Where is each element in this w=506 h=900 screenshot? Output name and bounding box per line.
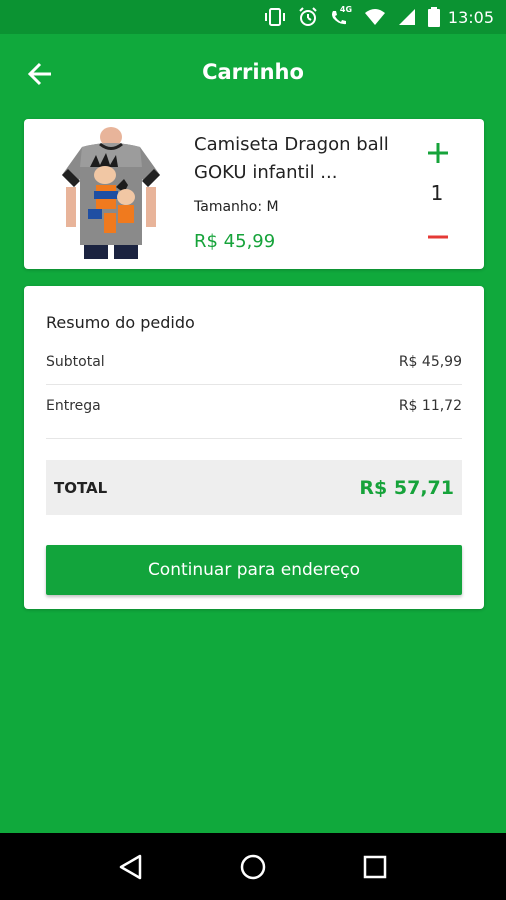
- order-summary-card: Resumo do pedido Subtotal R$ 45,99 Entre…: [24, 286, 484, 609]
- nav-home-button[interactable]: [233, 847, 273, 887]
- status-icons: 4G: [264, 5, 440, 27]
- alarm-icon: [298, 7, 318, 27]
- status-time: 13:05: [447, 7, 494, 27]
- signal-icon: [398, 8, 416, 26]
- summary-title: Resumo do pedido: [46, 313, 195, 332]
- circle-home-icon: [240, 854, 266, 879]
- page-title: Carrinho: [202, 60, 304, 84]
- product-price: R$ 45,99: [194, 231, 276, 252]
- divider: [46, 438, 462, 439]
- total-row: TOTAL R$ 57,71: [46, 460, 462, 515]
- nav-back-button[interactable]: [111, 847, 151, 887]
- product-name[interactable]: Camiseta Dragon ball GOKU infantil ...: [194, 131, 414, 187]
- delivery-label: Entrega: [46, 398, 101, 414]
- decrease-quantity-button[interactable]: [424, 223, 452, 251]
- increase-quantity-button[interactable]: [424, 139, 452, 167]
- subtotal-label: Subtotal: [46, 354, 105, 370]
- network-label: 4G: [339, 5, 353, 14]
- delivery-value: R$ 11,72: [398, 398, 462, 414]
- product-name-line1: Camiseta Dragon ball: [194, 134, 389, 155]
- quantity-value: 1: [430, 181, 444, 205]
- status-bar: 4G 13:05: [0, 0, 506, 34]
- minus-icon: [428, 235, 448, 239]
- subtotal-row: Subtotal R$ 45,99: [46, 354, 462, 370]
- square-recents-icon: [363, 855, 387, 878]
- wifi-icon: [364, 8, 386, 26]
- nav-recents-button[interactable]: [355, 847, 395, 887]
- subtotal-value: R$ 45,99: [398, 354, 462, 370]
- continue-to-address-button[interactable]: Continuar para endereço: [46, 545, 462, 595]
- tshirt-product-image[interactable]: [60, 127, 162, 259]
- vibrate-icon: [264, 8, 286, 26]
- plus-icon: [428, 143, 448, 163]
- triangle-back-icon: [119, 854, 142, 879]
- total-label: TOTAL: [54, 478, 108, 497]
- battery-icon: [427, 7, 440, 27]
- product-name-line2: GOKU infantil ...: [194, 162, 338, 183]
- product-size: Tamanho: M: [194, 199, 279, 215]
- total-value: R$ 57,71: [359, 476, 454, 499]
- system-nav-bar: [0, 833, 506, 900]
- app-bar: Carrinho: [0, 34, 506, 114]
- divider: [46, 384, 462, 385]
- cart-item-card: Camiseta Dragon ball GOKU infantil ... T…: [24, 119, 484, 269]
- delivery-row: Entrega R$ 11,72: [46, 398, 462, 414]
- call-4g-icon: 4G: [330, 5, 353, 27]
